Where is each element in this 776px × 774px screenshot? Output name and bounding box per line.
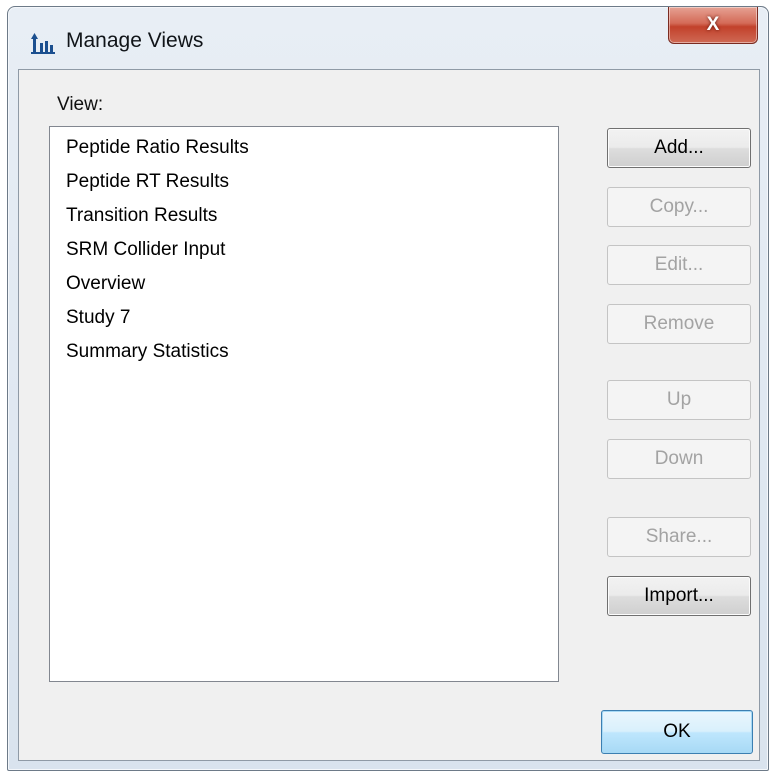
import-button[interactable]: Import... — [607, 576, 751, 616]
down-button[interactable]: Down — [607, 439, 751, 479]
remove-button[interactable]: Remove — [607, 304, 751, 344]
list-item[interactable]: Study 7 — [66, 307, 130, 329]
list-item[interactable]: Summary Statistics — [66, 341, 229, 363]
list-item[interactable]: SRM Collider Input — [66, 239, 225, 261]
add-button[interactable]: Add... — [607, 128, 751, 168]
list-item[interactable]: Transition Results — [66, 205, 217, 227]
close-icon: X — [706, 14, 720, 35]
list-item[interactable]: Peptide RT Results — [66, 171, 229, 193]
edit-button[interactable]: Edit... — [607, 245, 751, 285]
copy-button[interactable]: Copy... — [607, 187, 751, 227]
ok-button[interactable]: OK — [601, 710, 753, 754]
list-item[interactable]: Overview — [66, 273, 145, 295]
list-item[interactable]: Peptide Ratio Results — [66, 137, 249, 159]
view-label: View: — [57, 94, 104, 115]
views-listbox[interactable]: Peptide Ratio Results Peptide RT Results… — [49, 126, 559, 682]
window-title: Manage Views — [66, 29, 204, 52]
title-bar[interactable]: Manage Views X — [8, 7, 768, 69]
manage-views-dialog: Manage Views X View: Peptide Ratio Resul… — [7, 6, 769, 771]
share-button[interactable]: Share... — [607, 517, 751, 557]
dialog-body: View: Peptide Ratio Results Peptide RT R… — [18, 69, 760, 761]
up-button[interactable]: Up — [607, 380, 751, 420]
skyline-chart-icon — [31, 33, 55, 54]
close-button[interactable]: X — [668, 7, 758, 44]
